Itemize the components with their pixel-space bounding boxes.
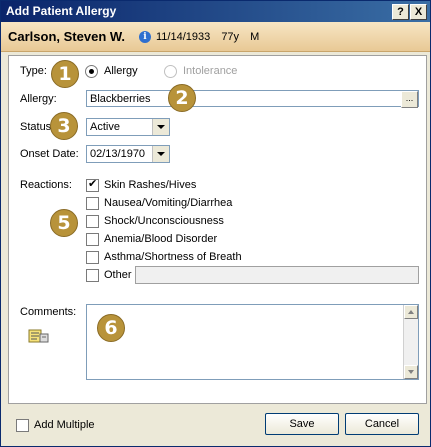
note-icon[interactable] xyxy=(28,328,50,344)
type-intolerance-label[interactable]: Intolerance xyxy=(183,65,237,77)
help-button[interactable]: ? xyxy=(392,4,409,20)
patient-banner: Carlson, Steven W. i 11/14/1933 77y M xyxy=(1,22,430,52)
allergy-form: Type: Allergy Intolerance Allergy: Black… xyxy=(8,55,427,404)
onset-date-value: 02/13/1970 xyxy=(90,148,146,160)
reaction-skin-rashes-checkbox[interactable] xyxy=(86,177,99,192)
annotation-marker-3: 3 xyxy=(50,112,78,140)
close-button[interactable]: X xyxy=(410,4,427,20)
patient-dob: 11/14/1933 xyxy=(156,31,211,43)
status-value: Active xyxy=(90,121,120,133)
chevron-down-icon[interactable] xyxy=(152,119,169,135)
reaction-nausea-label[interactable]: Nausea/Vomiting/Diarrhea xyxy=(104,197,232,209)
type-allergy-label[interactable]: Allergy xyxy=(104,65,138,77)
comments-scrollbar[interactable] xyxy=(403,305,418,379)
title-bar: Add Patient Allergy ? X xyxy=(1,1,430,22)
reaction-nausea-checkbox[interactable] xyxy=(86,197,99,210)
scroll-up-icon[interactable] xyxy=(404,305,418,319)
comments-label: Comments: xyxy=(20,306,77,318)
reaction-anemia-label[interactable]: Anemia/Blood Disorder xyxy=(104,233,217,245)
info-icon[interactable]: i xyxy=(139,31,151,43)
type-label: Type: xyxy=(20,65,47,77)
add-patient-allergy-dialog: Add Patient Allergy ? X Carlson, Steven … xyxy=(0,0,431,447)
allergy-field[interactable]: Blackberries ... xyxy=(86,90,419,108)
type-intolerance-radio[interactable] xyxy=(164,65,177,78)
reactions-label: Reactions: xyxy=(20,179,72,191)
annotation-marker-6: 6 xyxy=(97,314,125,342)
annotation-marker-5: 5 xyxy=(50,209,78,237)
allergy-value: Blackberries xyxy=(90,93,151,105)
reaction-other-field[interactable] xyxy=(135,266,419,284)
comments-textarea[interactable] xyxy=(86,304,419,380)
reaction-asthma-label[interactable]: Asthma/Shortness of Breath xyxy=(104,251,242,263)
cancel-button[interactable]: Cancel xyxy=(345,413,419,435)
patient-age: 77y xyxy=(221,31,240,43)
reaction-anemia-checkbox[interactable] xyxy=(86,233,99,246)
save-button[interactable]: Save xyxy=(265,413,339,435)
chevron-down-icon[interactable] xyxy=(152,146,169,162)
allergy-browse-button[interactable]: ... xyxy=(401,91,418,108)
patient-sex: M xyxy=(250,31,260,43)
annotation-marker-1: 1 xyxy=(51,60,79,88)
reaction-asthma-checkbox[interactable] xyxy=(86,251,99,264)
status-select[interactable]: Active xyxy=(86,118,170,136)
reaction-shock-checkbox[interactable] xyxy=(86,215,99,228)
add-multiple-checkbox[interactable] xyxy=(16,419,29,432)
reaction-other-label[interactable]: Other xyxy=(104,269,132,281)
reaction-other-checkbox[interactable] xyxy=(86,269,99,282)
annotation-marker-2: 2 xyxy=(168,84,196,112)
onset-date-label: Onset Date: xyxy=(20,148,79,160)
reaction-skin-rashes-label[interactable]: Skin Rashes/Hives xyxy=(104,179,196,191)
scroll-down-icon[interactable] xyxy=(404,365,418,379)
type-allergy-radio[interactable] xyxy=(85,65,98,78)
reaction-shock-label[interactable]: Shock/Unconsciousness xyxy=(104,215,224,227)
onset-date-picker[interactable]: 02/13/1970 xyxy=(86,145,170,163)
patient-name: Carlson, Steven W. xyxy=(8,29,126,44)
window-title: Add Patient Allergy xyxy=(6,4,117,18)
allergy-label: Allergy: xyxy=(20,93,57,105)
add-multiple-label[interactable]: Add Multiple xyxy=(34,419,95,431)
patient-demographics: 11/14/1933 77y M xyxy=(156,31,267,43)
